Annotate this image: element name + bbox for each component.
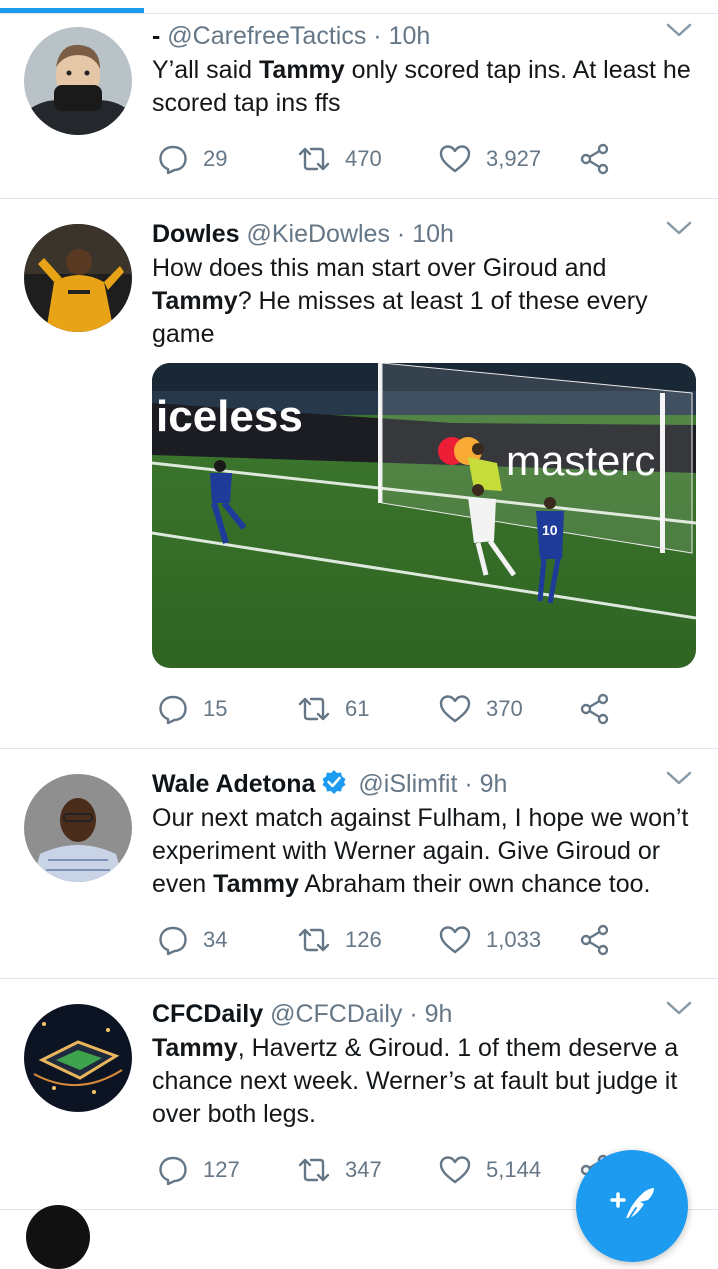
retweet-button[interactable]: 470 [297, 139, 382, 179]
retweet-icon [298, 697, 330, 721]
reply-count: 34 [203, 927, 228, 952]
verified-badge-icon [321, 769, 347, 804]
tweet-header: CFCDaily @CFCDaily · 9h [152, 997, 452, 1031]
reply-button[interactable]: 29 [157, 139, 227, 179]
avatar[interactable] [24, 27, 132, 135]
retweet-count: 470 [345, 146, 382, 171]
display-name[interactable]: - [152, 22, 160, 50]
reply-icon [159, 695, 187, 725]
like-button[interactable]: 370 [438, 689, 523, 729]
tweet-actions: 29 470 3,927 [152, 139, 622, 179]
chevron-down-icon[interactable] [666, 1000, 692, 1021]
timestamp[interactable]: 9h [425, 1000, 453, 1028]
ad-board-text: iceless [156, 392, 303, 441]
display-name[interactable]: Dowles [152, 220, 240, 248]
tweet-header: Wale Adetona @iSlimfit · 9h [152, 767, 507, 804]
retweet-count: 126 [345, 927, 382, 952]
timestamp[interactable]: 10h [389, 22, 431, 50]
tweet-media-image[interactable]: iceless masterc [152, 363, 696, 668]
like-count: 370 [486, 696, 523, 721]
separator-dot: · [457, 770, 480, 798]
separator-dot: · [402, 1000, 425, 1028]
heart-icon [439, 695, 471, 723]
compose-tweet-icon [610, 1188, 654, 1227]
tweet-card[interactable]: - @CarefreeTactics · 10h Y’all said Tamm… [0, 14, 718, 199]
tweet-actions: 127 347 5,144 [152, 1150, 622, 1190]
tweet-actions: 15 61 370 [152, 689, 622, 729]
chevron-down-icon[interactable] [666, 220, 692, 241]
football-match-image: iceless masterc [152, 363, 696, 668]
share-icon [580, 924, 609, 956]
avatar[interactable] [24, 1004, 132, 1112]
share-button[interactable] [579, 139, 611, 179]
timestamp[interactable]: 10h [412, 220, 454, 248]
retweet-button[interactable]: 347 [297, 1150, 382, 1190]
timestamp[interactable]: 9h [480, 770, 508, 798]
display-name[interactable]: CFCDaily [152, 1000, 263, 1028]
retweet-icon [298, 147, 330, 171]
reply-count: 15 [203, 696, 228, 721]
user-handle[interactable]: @CarefreeTactics [167, 22, 366, 50]
tweet-text: Y’all said Tammy only scored tap ins. At… [152, 56, 691, 117]
separator-dot: · [389, 220, 413, 248]
avatar-photo-icon [24, 224, 132, 332]
reply-button[interactable]: 34 [157, 920, 227, 960]
tweet-card[interactable]: Dowles @KieDowles · 10h How does this ma… [0, 199, 718, 749]
avatar[interactable] [24, 774, 132, 882]
tweet-text: How does this man start over Giroud and … [152, 254, 648, 348]
heart-icon [439, 145, 471, 173]
reply-button[interactable]: 15 [157, 689, 227, 729]
like-button[interactable]: 3,927 [438, 139, 541, 179]
shirt-number: 10 [542, 522, 558, 538]
compose-tweet-button[interactable] [576, 1150, 688, 1262]
chevron-down-icon[interactable] [666, 22, 692, 43]
like-button[interactable]: 5,144 [438, 1150, 541, 1190]
reply-count: 29 [203, 146, 228, 171]
like-button[interactable]: 1,033 [438, 920, 541, 960]
retweet-button[interactable]: 126 [297, 920, 382, 960]
user-handle[interactable]: @CFCDaily [270, 1000, 402, 1028]
separator-dot: · [366, 22, 389, 50]
retweet-count: 61 [345, 696, 370, 721]
like-count: 3,927 [486, 146, 542, 171]
avatar[interactable] [26, 1205, 90, 1269]
retweet-icon [298, 928, 330, 952]
avatar-illustration-icon [24, 27, 132, 135]
user-handle[interactable]: @KieDowles [246, 220, 389, 248]
like-count: 1,033 [486, 927, 542, 952]
share-button[interactable] [579, 920, 611, 960]
reply-icon [159, 926, 187, 956]
tweet-text: Our next match against Fulham, I hope we… [152, 804, 689, 898]
retweet-button[interactable]: 61 [297, 689, 369, 729]
share-icon [580, 693, 609, 725]
chevron-down-icon[interactable] [666, 770, 692, 791]
display-name[interactable]: Wale Adetona [152, 770, 315, 798]
user-handle[interactable]: @iSlimfit [358, 770, 457, 798]
heart-icon [439, 1156, 471, 1184]
reply-button[interactable]: 127 [157, 1150, 240, 1190]
tweet-actions: 34 126 1,033 [152, 920, 622, 960]
reply-icon [159, 1156, 187, 1186]
reply-count: 127 [203, 1157, 240, 1182]
avatar[interactable] [24, 224, 132, 332]
retweet-icon [298, 1158, 330, 1182]
avatar-stadium-icon [24, 1004, 132, 1112]
share-button[interactable] [579, 689, 611, 729]
tweet-header: Dowles @KieDowles · 10h [152, 217, 454, 251]
tweet-text: Tammy, Havertz & Giroud. 1 of them deser… [152, 1034, 679, 1128]
tweet-header: - @CarefreeTactics · 10h [152, 19, 430, 53]
tweet-card[interactable]: Wale Adetona @iSlimfit · 9h Our next mat… [0, 749, 718, 979]
share-icon [580, 143, 609, 175]
avatar-photo-icon [24, 774, 132, 882]
like-count: 5,144 [486, 1157, 542, 1182]
retweet-count: 347 [345, 1157, 382, 1182]
heart-icon [439, 926, 471, 954]
reply-icon [159, 145, 187, 175]
